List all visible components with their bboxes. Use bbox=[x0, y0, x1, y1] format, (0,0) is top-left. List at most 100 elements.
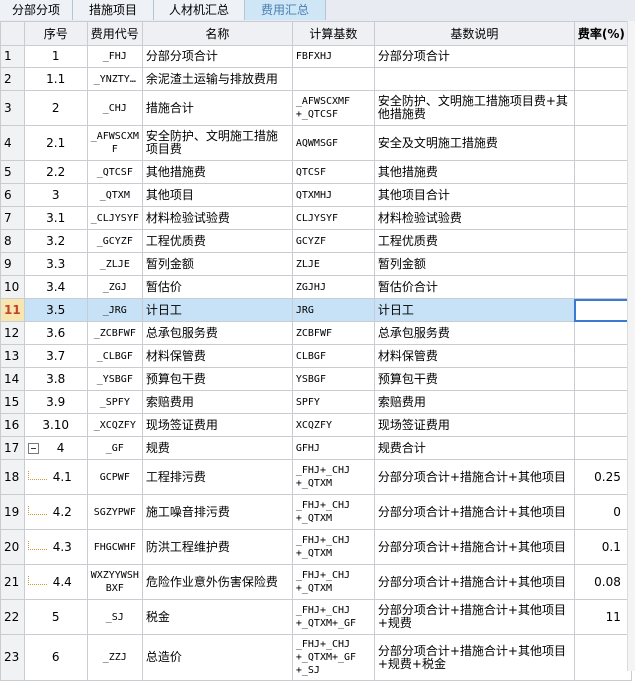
cell-code[interactable]: _CHJ bbox=[86, 90, 143, 126]
cell-code[interactable]: GCPWF bbox=[86, 459, 143, 495]
cell-seq[interactable]: 2 bbox=[23, 90, 88, 126]
col-desc-header[interactable]: 基数说明 bbox=[373, 21, 575, 46]
cell-desc[interactable]: 分部分项合计+措施合计+其他项目 bbox=[373, 529, 575, 565]
col-seq-header[interactable]: 序号 bbox=[23, 21, 88, 46]
cell-base[interactable]: _AFWSCXMF +_QTCSF bbox=[291, 90, 375, 126]
cell-name[interactable]: 分部分项合计 bbox=[141, 45, 293, 68]
table-row[interactable]: 16 3.10 _XCQZFY 现场签证费用 XCQZFY 现场签证费用 bbox=[0, 413, 632, 437]
cell-rate[interactable] bbox=[573, 67, 632, 91]
cell-name[interactable]: 现场签证费用 bbox=[141, 413, 293, 437]
row-number[interactable]: 13 bbox=[0, 344, 25, 368]
cell-desc[interactable]: 其他措施费 bbox=[373, 160, 575, 184]
cell-code[interactable]: _FHJ bbox=[86, 45, 143, 68]
row-number[interactable]: 2 bbox=[0, 67, 25, 91]
cell-base[interactable]: CLJYSYF bbox=[291, 206, 375, 230]
cell-code[interactable]: _YSBGF bbox=[86, 367, 143, 391]
cell-code[interactable]: _ZGJ bbox=[86, 275, 143, 299]
cell-code[interactable]: _CLBGF bbox=[86, 344, 143, 368]
cell-base[interactable] bbox=[291, 67, 375, 91]
cell-name[interactable]: 总承包服务费 bbox=[141, 321, 293, 345]
cell-rate[interactable] bbox=[573, 298, 632, 322]
cell-desc[interactable] bbox=[373, 67, 575, 91]
cell-name[interactable]: 材料检验试验费 bbox=[141, 206, 293, 230]
cell-seq[interactable]: 1.1 bbox=[23, 67, 88, 91]
cell-desc[interactable]: 预算包干费 bbox=[373, 367, 575, 391]
cell-desc[interactable]: 分部分项合计+措施合计+其他项目+规费+税金 bbox=[373, 634, 575, 681]
cell-name[interactable]: 余泥渣土运输与排放费用 bbox=[141, 67, 293, 91]
cell-code[interactable]: _QTCSF bbox=[86, 160, 143, 184]
table-row[interactable]: 5 2.2 _QTCSF 其他措施费 QTCSF 其他措施费 bbox=[0, 160, 632, 184]
cell-name[interactable]: 预算包干费 bbox=[141, 367, 293, 391]
cell-desc[interactable]: 暂估价合计 bbox=[373, 275, 575, 299]
col-base-header[interactable]: 计算基数 bbox=[291, 21, 375, 46]
cell-seq[interactable]: 3.5 bbox=[23, 298, 88, 322]
row-number[interactable]: 7 bbox=[0, 206, 25, 230]
cell-rate[interactable] bbox=[573, 252, 632, 276]
cell-name[interactable]: 计日工 bbox=[141, 298, 293, 322]
row-number[interactable]: 15 bbox=[0, 390, 25, 414]
cell-code[interactable]: _QTXM bbox=[86, 183, 143, 207]
row-number[interactable]: 21 bbox=[0, 564, 25, 600]
cell-desc[interactable]: 安全防护、文明施工措施项目费+其他措施费 bbox=[373, 90, 575, 126]
cell-base[interactable]: YSBGF bbox=[291, 367, 375, 391]
cell-code[interactable]: WXZYYWSH BXF bbox=[86, 564, 143, 600]
row-number[interactable]: 12 bbox=[0, 321, 25, 345]
col-name-header[interactable]: 名称 bbox=[141, 21, 293, 46]
cell-rate[interactable] bbox=[573, 45, 632, 68]
cell-base[interactable]: _FHJ+_CHJ +_QTXM bbox=[291, 459, 375, 495]
cell-rate[interactable]: 0.08 bbox=[573, 564, 632, 600]
cell-seq[interactable]: 3.1 bbox=[23, 206, 88, 230]
row-number[interactable]: 20 bbox=[0, 529, 25, 565]
cell-base[interactable]: SPFY bbox=[291, 390, 375, 414]
col-rate-header[interactable]: 费率(%) bbox=[573, 21, 632, 46]
cell-base[interactable]: ZCBFWF bbox=[291, 321, 375, 345]
cell-name[interactable]: 税金 bbox=[141, 599, 293, 635]
cell-rate[interactable] bbox=[573, 634, 632, 681]
cell-desc[interactable]: 安全及文明施工措施费 bbox=[373, 125, 575, 161]
cell-code[interactable]: _AFWSCXM F bbox=[86, 125, 143, 161]
cell-base[interactable]: _FHJ+_CHJ +_QTXM+_GF +_SJ bbox=[291, 634, 375, 681]
cell-name[interactable]: 规费 bbox=[141, 436, 293, 460]
table-row[interactable]: 7 3.1 _CLJYSYF 材料检验试验费 CLJYSYF 材料检验试验费 bbox=[0, 206, 632, 230]
cell-name[interactable]: 索赔费用 bbox=[141, 390, 293, 414]
cell-rate[interactable] bbox=[573, 160, 632, 184]
vertical-scrollbar[interactable] bbox=[627, 21, 635, 671]
table-row[interactable]: 11 3.5 _JRG 计日工 JRG 计日工 bbox=[0, 298, 632, 322]
table-row[interactable]: 20 4.3 FHGCWHF 防洪工程维护费 _FHJ+_CHJ +_QTXM 分部分项合… bbox=[0, 529, 632, 565]
cell-name[interactable]: 其他措施费 bbox=[141, 160, 293, 184]
cell-name[interactable]: 暂列金额 bbox=[141, 252, 293, 276]
cell-seq[interactable]: 4.1 bbox=[23, 459, 88, 495]
cell-rate[interactable] bbox=[573, 125, 632, 161]
cell-base[interactable]: ZGJHJ bbox=[291, 275, 375, 299]
cell-rate[interactable] bbox=[573, 390, 632, 414]
cell-seq[interactable]: 3.6 bbox=[23, 321, 88, 345]
cell-code[interactable]: _ZLJE bbox=[86, 252, 143, 276]
cell-seq[interactable]: 2.2 bbox=[23, 160, 88, 184]
row-number[interactable]: 16 bbox=[0, 413, 25, 437]
row-number[interactable]: 9 bbox=[0, 252, 25, 276]
cell-name[interactable]: 安全防护、文明施工措施项目费 bbox=[141, 125, 293, 161]
cell-base[interactable]: XCQZFY bbox=[291, 413, 375, 437]
cell-seq[interactable]: 6 bbox=[23, 634, 88, 681]
cell-rate[interactable] bbox=[573, 321, 632, 345]
table-row[interactable]: 9 3.3 _ZLJE 暂列金额 ZLJE 暂列金额 bbox=[0, 252, 632, 276]
collapse-icon[interactable] bbox=[27, 442, 39, 454]
table-row[interactable]: 14 3.8 _YSBGF 预算包干费 YSBGF 预算包干费 bbox=[0, 367, 632, 391]
cell-base[interactable]: JRG bbox=[291, 298, 375, 322]
row-number[interactable]: 10 bbox=[0, 275, 25, 299]
cell-desc[interactable]: 材料保管费 bbox=[373, 344, 575, 368]
cell-name[interactable]: 工程优质费 bbox=[141, 229, 293, 253]
cell-seq[interactable]: 5 bbox=[23, 599, 88, 635]
cell-seq[interactable]: 4.3 bbox=[23, 529, 88, 565]
table-row[interactable]: 4 2.1 _AFWSCXM F 安全防护、文明施工措施项目费 AQWMSGF 安全及文明… bbox=[0, 125, 632, 161]
cell-base[interactable]: AQWMSGF bbox=[291, 125, 375, 161]
cell-base[interactable]: ZLJE bbox=[291, 252, 375, 276]
cell-desc[interactable]: 工程优质费 bbox=[373, 229, 575, 253]
table-row[interactable]: 1 1 _FHJ 分部分项合计 FBFXHJ 分部分项合计 bbox=[0, 45, 632, 68]
cell-code[interactable]: _CLJYSYF bbox=[86, 206, 143, 230]
cell-desc[interactable]: 其他项目合计 bbox=[373, 183, 575, 207]
row-number[interactable]: 1 bbox=[0, 45, 25, 68]
tab-rencaiji[interactable]: 人材机汇总 bbox=[154, 0, 245, 20]
cell-rate[interactable]: 0.1 bbox=[573, 529, 632, 565]
cell-rate[interactable] bbox=[573, 413, 632, 437]
